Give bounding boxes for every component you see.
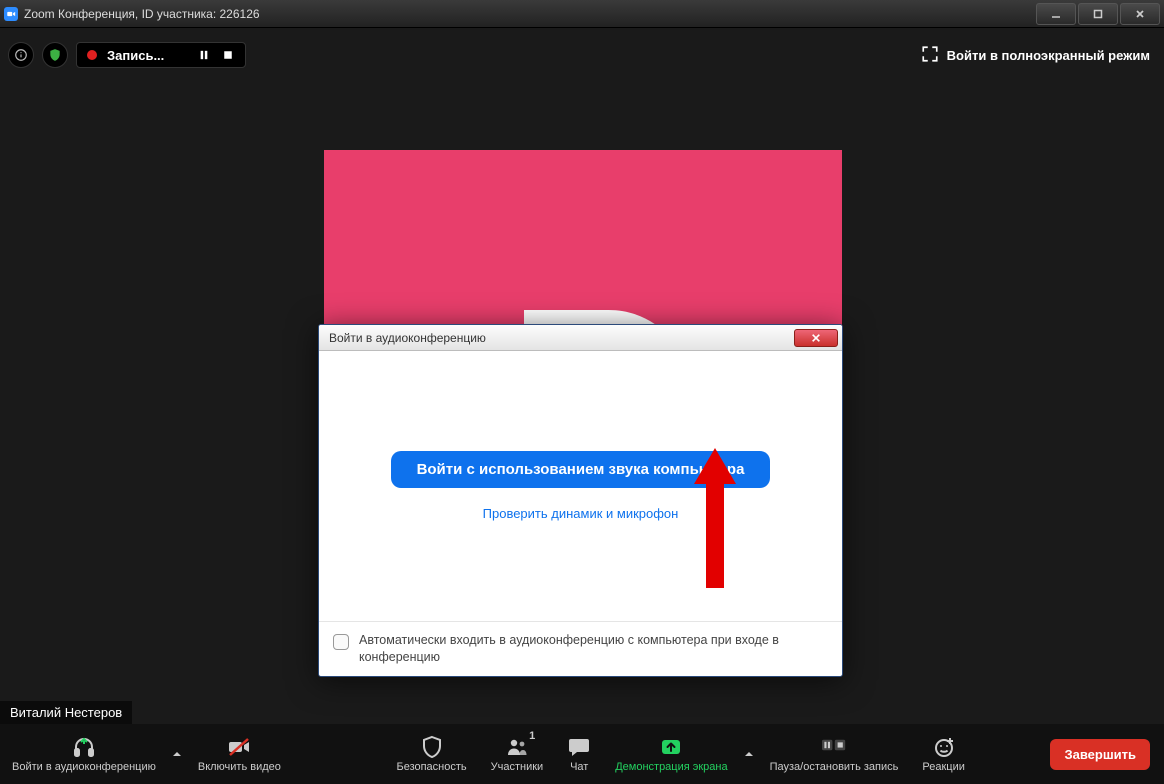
recording-stop-button[interactable] xyxy=(221,50,235,60)
recording-pause-button[interactable] xyxy=(197,50,211,60)
auto-join-audio-label: Автоматически входить в аудиоконференцию… xyxy=(359,632,828,666)
participants-icon xyxy=(505,735,529,759)
share-menu-caret[interactable] xyxy=(740,724,758,784)
meeting-info-button[interactable] xyxy=(8,42,34,68)
recording-indicator: Запись... xyxy=(76,42,246,68)
join-with-computer-audio-button[interactable]: Войти с использованием звука компьютера xyxy=(391,451,771,488)
chat-button[interactable]: Чат xyxy=(555,724,603,784)
dialog-title: Войти в аудиоконференцию xyxy=(329,331,486,345)
window-maximize-button[interactable] xyxy=(1078,3,1118,25)
pause-stop-icon xyxy=(822,735,846,759)
shield-icon xyxy=(420,735,444,759)
meeting-controls-bar: Войти в аудиоконференцию Включить видео … xyxy=(0,724,1164,784)
fullscreen-label: Войти в полноэкранный режим xyxy=(947,48,1150,63)
recording-label: Запись... xyxy=(107,48,187,63)
dialog-titlebar: Войти в аудиоконференцию xyxy=(319,325,842,351)
test-speaker-microphone-link[interactable]: Проверить динамик и микрофон xyxy=(483,506,679,521)
window-close-button[interactable] xyxy=(1120,3,1160,25)
dialog-close-button[interactable] xyxy=(794,329,838,347)
window-title: Zoom Конференция, ID участника: 226126 xyxy=(24,7,260,21)
record-dot-icon xyxy=(87,50,97,60)
audio-menu-caret[interactable] xyxy=(168,724,186,784)
window-minimize-button[interactable] xyxy=(1036,3,1076,25)
share-screen-button[interactable]: Демонстрация экрана xyxy=(603,724,739,784)
join-audio-dialog: Войти в аудиоконференцию Войти с использ… xyxy=(318,324,843,677)
dialog-body: Войти с использованием звука компьютера … xyxy=(319,351,842,621)
start-video-button[interactable]: Включить видео xyxy=(186,724,293,784)
meeting-topbar: Запись... Войти в полноэкранный режим xyxy=(8,40,1156,70)
fullscreen-icon xyxy=(921,45,939,66)
enter-fullscreen-button[interactable]: Войти в полноэкранный режим xyxy=(915,41,1156,70)
headphones-icon xyxy=(72,735,96,759)
reactions-button[interactable]: Реакции xyxy=(910,724,977,784)
video-off-icon xyxy=(227,735,251,759)
reactions-icon xyxy=(932,735,956,759)
security-button[interactable]: Безопасность xyxy=(384,724,478,784)
auto-join-audio-checkbox[interactable] xyxy=(333,634,349,650)
window-controls xyxy=(1036,3,1160,25)
dialog-footer: Автоматически входить в аудиоконференцию… xyxy=(319,621,842,676)
participant-name-label: Виталий Нестеров xyxy=(0,701,132,724)
encryption-shield-icon[interactable] xyxy=(42,42,68,68)
participants-count-badge: 1 xyxy=(529,730,535,742)
share-screen-icon xyxy=(659,735,683,759)
chat-icon xyxy=(567,735,591,759)
pause-stop-record-button[interactable]: Пауза/остановить запись xyxy=(758,724,911,784)
join-audio-button[interactable]: Войти в аудиоконференцию xyxy=(0,724,168,784)
participants-button[interactable]: 1 Участники xyxy=(479,724,556,784)
end-meeting-button[interactable]: Завершить xyxy=(1050,739,1150,770)
zoom-app-window: Zoom Конференция, ID участника: 226126 З… xyxy=(0,0,1164,784)
zoom-app-icon xyxy=(4,7,18,21)
window-titlebar: Zoom Конференция, ID участника: 226126 xyxy=(0,0,1164,28)
